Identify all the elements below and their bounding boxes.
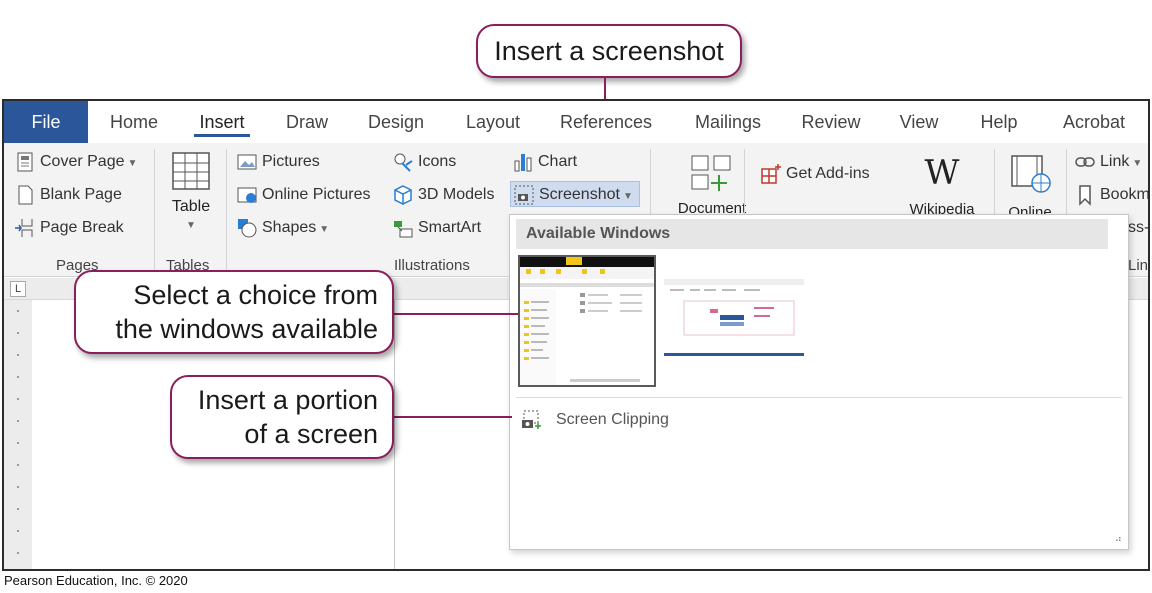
add-in-icon <box>761 163 781 184</box>
get-addins-button[interactable]: Get Add-ins <box>760 161 870 187</box>
group-label-illustrations: Illustrations <box>394 257 470 274</box>
callout-insert-screenshot-text: Insert a screenshot <box>494 36 724 66</box>
shapes-icon <box>238 218 257 238</box>
cube-icon <box>394 184 412 205</box>
dropdown-separator <box>516 397 1122 398</box>
online-pictures-icon <box>237 187 257 203</box>
callout-portion-line-1: Insert a portion <box>197 385 378 415</box>
tab-mailings[interactable]: Mailings <box>690 101 766 143</box>
tab-help[interactable]: Help <box>976 101 1022 143</box>
group-label-links: Lin <box>1128 257 1149 274</box>
available-windows-header: Available Windows <box>516 219 1108 249</box>
table-icon <box>172 152 210 190</box>
cover-page-button[interactable]: Cover Page ▼ <box>14 149 137 175</box>
screenshot-button[interactable]: Screenshot ▼ <box>510 181 640 207</box>
online-video-button[interactable]: Online <box>1000 153 1060 221</box>
table-label: Table <box>171 198 211 215</box>
pictures-icon <box>237 154 257 170</box>
ribbon-separator <box>154 149 155 273</box>
file-explorer-preview-icon <box>520 257 654 385</box>
chart-button[interactable]: Chart <box>512 149 577 175</box>
document-preview-icon <box>664 279 804 356</box>
tab-layout[interactable]: Layout <box>462 101 524 143</box>
screen-clipping-button[interactable]: Screen Clipping <box>520 405 669 435</box>
document-item-icon <box>691 155 731 191</box>
smartart-icon <box>394 220 413 238</box>
tab-insert[interactable]: Insert <box>194 101 250 143</box>
tab-review[interactable]: Review <box>800 101 862 143</box>
callout-select-line-2: the windows available <box>115 314 378 344</box>
smartart-button[interactable]: SmartArt <box>392 215 481 241</box>
chart-icon <box>514 153 532 172</box>
ribbon-separator <box>226 149 227 273</box>
link-button[interactable]: Link ▼ <box>1074 149 1142 175</box>
ribbon-tabs: File Home Insert Draw Design Layout Refe… <box>4 101 1148 143</box>
tab-acrobat[interactable]: Acrobat <box>1056 101 1132 143</box>
icons-icon <box>394 153 413 172</box>
blank-page-button[interactable]: Blank Page <box>14 182 122 208</box>
tab-selector-icon[interactable]: L <box>10 281 26 297</box>
tab-draw[interactable]: Draw <box>282 101 332 143</box>
online-pictures-button[interactable]: Online Pictures <box>236 182 371 208</box>
callout-select-line-1: Select a choice from <box>133 280 378 310</box>
chevron-down-icon: ▼ <box>186 220 196 231</box>
bookmark-button[interactable]: Bookm <box>1074 182 1148 208</box>
callout-leader-line <box>392 416 512 418</box>
link-icon <box>1075 157 1095 167</box>
vertical-ruler <box>4 300 32 569</box>
wikipedia-icon: W <box>924 153 960 193</box>
cross-reference-button[interactable]: ss- <box>1128 215 1148 241</box>
page-break-button[interactable]: Page Break <box>14 215 124 241</box>
blank-page-icon <box>18 185 33 205</box>
copyright-credit: Pearson Education, Inc. © 2020 <box>4 573 188 588</box>
shapes-button[interactable]: Shapes ▼ <box>236 215 329 241</box>
resize-grip-icon[interactable]: ⠴ <box>1115 534 1122 545</box>
window-thumbnail-document[interactable] <box>664 255 804 387</box>
tab-file[interactable]: File <box>4 101 88 143</box>
window-thumbnail-file-explorer[interactable] <box>518 255 656 387</box>
online-video-icon <box>1011 155 1051 193</box>
callout-portion-line-2: of a screen <box>244 419 378 449</box>
tab-design[interactable]: Design <box>364 101 428 143</box>
callout-insert-screenshot: Insert a screenshot <box>476 24 742 78</box>
tab-references[interactable]: References <box>558 101 654 143</box>
table-button[interactable]: Table ▼ <box>166 151 216 247</box>
tab-home[interactable]: Home <box>104 101 164 143</box>
wikipedia-button[interactable]: W Wikipedia <box>902 153 982 218</box>
3d-models-button[interactable]: 3D Models <box>392 182 494 208</box>
icons-button[interactable]: Icons <box>392 149 456 175</box>
screenshot-dropdown: Available Windows Screen Clipping ⠴ <box>509 214 1129 550</box>
callout-insert-portion: Insert a portion of a screen <box>170 375 394 459</box>
page-break-icon <box>15 218 33 237</box>
callout-leader-line <box>392 313 518 315</box>
pictures-button[interactable]: Pictures <box>236 149 320 175</box>
page-edge <box>394 300 395 569</box>
cover-page-icon <box>17 152 33 172</box>
tab-view[interactable]: View <box>896 101 942 143</box>
screen-clipping-icon <box>522 410 541 429</box>
camera-icon <box>514 185 534 205</box>
callout-select-window: Select a choice from the windows availab… <box>74 270 394 354</box>
document-item-button[interactable]: Document <box>674 153 750 217</box>
bookmark-icon <box>1079 185 1091 206</box>
